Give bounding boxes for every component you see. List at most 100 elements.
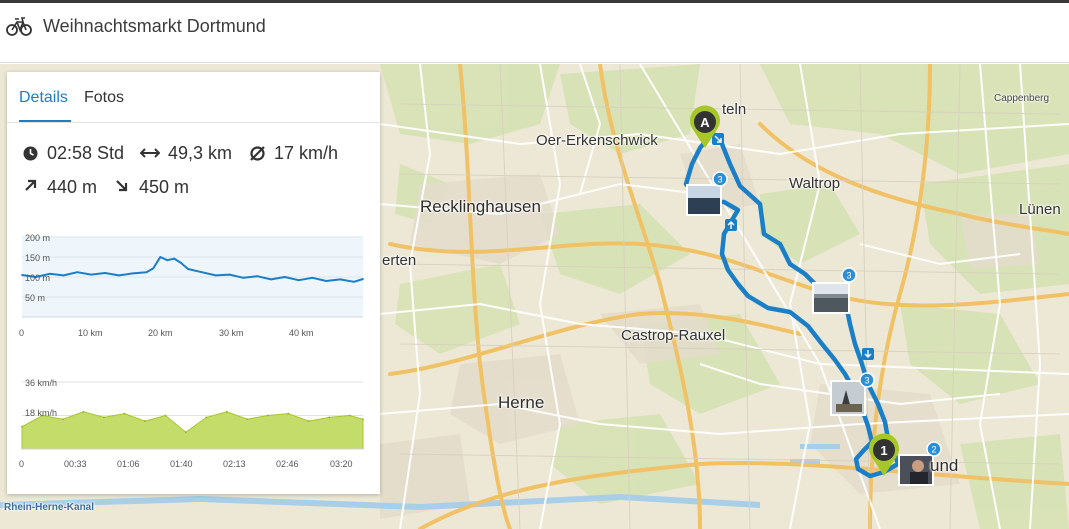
- place-label: Recklinghausen: [420, 197, 541, 216]
- ascent-icon: [25, 179, 37, 191]
- speed-x-tick: 01:40: [170, 459, 193, 469]
- elevation-point: [104, 272, 106, 274]
- page-title: Weihnachtsmarkt Dortmund: [43, 16, 266, 36]
- elevation-point: [62, 274, 65, 277]
- speed-point: [348, 414, 351, 417]
- speed-point: [225, 410, 228, 413]
- place-label: Herne: [498, 393, 545, 412]
- ascent-value: 440 m: [47, 177, 98, 197]
- place-label: Waltrop: [789, 175, 841, 192]
- speed-y-tick: 36 km/h: [25, 378, 58, 388]
- elevation-point: [325, 280, 328, 282]
- speed-area: [21, 411, 364, 450]
- speed-point: [287, 412, 290, 415]
- photo-count-badge[interactable]: 3: [712, 171, 728, 187]
- svg-text:1: 1: [880, 443, 887, 458]
- svg-text:3: 3: [846, 271, 851, 281]
- elevation-y-tick: 50 m: [25, 293, 46, 303]
- place-label: Lünen: [1019, 201, 1061, 218]
- speed-point: [307, 420, 310, 422]
- photo-count-badge[interactable]: 3: [859, 372, 875, 388]
- speed-point: [62, 418, 64, 421]
- elevation-x-tick: 20 km: [148, 328, 173, 338]
- elevation-y-tick: 200 m: [25, 233, 51, 243]
- distance-value: 49,3 km: [168, 143, 233, 163]
- elevation-x-tick: 40 km: [289, 328, 314, 338]
- elevation-point: [362, 278, 364, 280]
- elevation-point: [173, 257, 176, 260]
- elevation-point: [131, 272, 134, 275]
- svg-text:A: A: [700, 115, 710, 130]
- elevation-x-tick: 10 km: [78, 328, 103, 338]
- average-speed-icon: [250, 146, 265, 161]
- elevation-point: [21, 274, 23, 276]
- svg-text:2: 2: [931, 445, 936, 455]
- photo-count-badge[interactable]: 3: [841, 267, 857, 283]
- elevation-point: [76, 271, 79, 274]
- speed-point: [184, 431, 187, 434]
- place-label: Oer-Erkenschwick: [536, 132, 658, 149]
- elevation-point: [159, 256, 162, 258]
- elevation-point: [311, 276, 314, 279]
- tour-details-panel: Details Fotos 02:58 Std 49,3 km 17 km/h …: [7, 72, 380, 494]
- bicycle-icon: [6, 17, 32, 36]
- speed-point: [266, 414, 269, 417]
- photo-count-badge[interactable]: 2: [926, 441, 942, 457]
- elevation-x-tick: 0: [19, 328, 25, 338]
- speed-x-tick: 03:20: [330, 459, 353, 469]
- descent-icon: [116, 180, 128, 192]
- speed-point: [328, 416, 331, 419]
- elevation-point: [297, 279, 300, 282]
- elevation-point: [270, 278, 272, 281]
- svg-text:3: 3: [717, 175, 722, 185]
- elevation-point: [353, 280, 355, 283]
- elevation-point: [214, 274, 217, 277]
- direction-arrow-icon: [712, 133, 724, 145]
- elevation-point: [90, 273, 93, 276]
- elevation-point: [242, 276, 245, 279]
- elevation-y-tick: 100 m: [25, 273, 51, 283]
- page-header: Weihnachtsmarkt Dortmund: [0, 3, 1069, 63]
- elevation-x-tick: 30 km: [219, 328, 244, 338]
- speed-point: [246, 418, 249, 421]
- duration-value: 02:58 Std: [47, 143, 125, 163]
- place-label: teln: [722, 101, 747, 118]
- speed-x-tick: 01:06: [117, 459, 140, 469]
- elevation-y-tick: 150 m: [25, 253, 51, 263]
- place-label: und: [930, 456, 959, 475]
- speed-x-tick: 02:46: [276, 459, 299, 469]
- speed-point: [21, 425, 23, 428]
- elevation-point: [180, 262, 182, 264]
- speed-point: [103, 416, 105, 419]
- speed-point: [143, 420, 146, 422]
- speed-point: [164, 414, 167, 417]
- average-speed-value: 17 km/h: [274, 143, 339, 163]
- direction-arrow-icon: [862, 348, 874, 360]
- elevation-point: [117, 274, 120, 277]
- panel-tabs: Details Fotos: [7, 72, 380, 123]
- elevation-point: [228, 273, 231, 276]
- place-label: Cappenberg: [994, 93, 1050, 104]
- tab-fotos[interactable]: Fotos: [84, 89, 124, 107]
- speed-point: [123, 412, 126, 415]
- svg-text:3: 3: [864, 376, 869, 386]
- elevation-chart[interactable]: [7, 222, 380, 347]
- speed-point: [205, 416, 208, 419]
- elevation-point: [145, 271, 148, 274]
- speed-x-tick: 0: [19, 459, 25, 469]
- photo-thumbnail[interactable]: [898, 454, 934, 486]
- photo-thumbnail[interactable]: [830, 380, 866, 416]
- elevation-point: [187, 268, 189, 270]
- speed-chart[interactable]: [7, 367, 380, 467]
- speed-x-tick: 00:33: [64, 459, 87, 469]
- elevation-point: [200, 271, 203, 274]
- direction-arrow-icon: [725, 219, 737, 231]
- speed-y-tick: 18 km/h: [25, 408, 58, 418]
- place-label: Rhein-Herne-Kanal: [4, 502, 95, 513]
- speed-x-tick: 02:13: [223, 459, 246, 469]
- active-tab-indicator: [19, 120, 71, 122]
- elevation-point: [256, 275, 259, 278]
- tab-details[interactable]: Details: [19, 89, 68, 107]
- photo-thumbnail[interactable]: [686, 184, 722, 216]
- photo-thumbnail[interactable]: [812, 282, 850, 314]
